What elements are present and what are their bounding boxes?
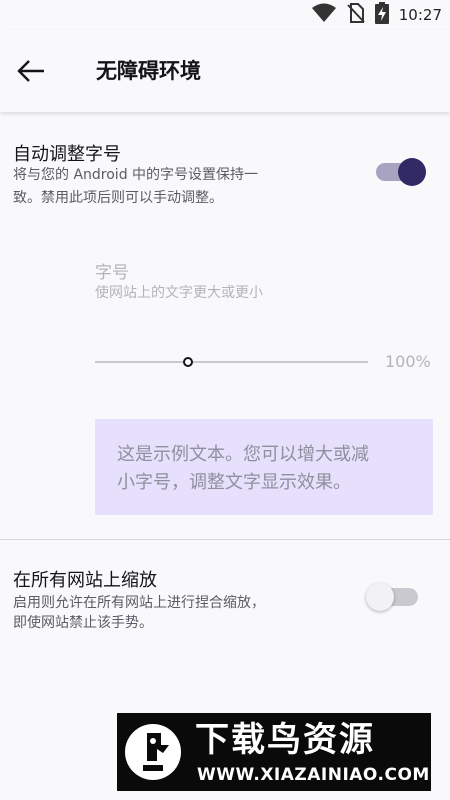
pref-title: 自动调整字号 (13, 144, 121, 165)
font-size-value: 100% (385, 352, 431, 371)
font-size-summary: 使网站上的文字更大或更小 (95, 285, 263, 301)
font-size-title: 字号 (95, 263, 129, 283)
pref-summary-line2: 即使网站禁止该手势。 (13, 615, 153, 631)
switch-thumb (398, 158, 426, 186)
status-time: 10:27 (398, 6, 442, 24)
slider-track (95, 361, 368, 363)
watermark-banner: 下载鸟资源 WWW.XIAZAINIAO.COM (117, 713, 431, 791)
pref-summary-line2: 致。禁用此项后则可以手动调整。 (13, 190, 223, 206)
sample-text-line2: 小字号，调整文字显示效果。 (117, 472, 351, 493)
toolbar: 无障碍环境 (0, 30, 450, 112)
no-sim-icon (347, 3, 365, 27)
arrow-back-icon (16, 59, 46, 87)
status-icons: 10:27 (311, 2, 442, 28)
back-button[interactable] (14, 56, 48, 90)
divider (0, 539, 450, 540)
pref-summary-line1: 将与您的 Android 中的字号设置保持一 (13, 167, 259, 183)
watermark-brand: 下载鸟资源 (195, 720, 375, 760)
slider-thumb[interactable] (182, 357, 193, 367)
switch-thumb (366, 583, 394, 611)
sample-text: 这是示例文本。您可以增大或减 小字号，调整文字显示效果。 (117, 441, 417, 497)
sample-text-line1: 这是示例文本。您可以增大或减 (117, 444, 369, 465)
pref-title: 在所有网站上缩放 (13, 570, 157, 591)
status-bar: 10:27 (0, 0, 450, 30)
wifi-icon (311, 3, 337, 27)
battery-charging-icon (374, 2, 389, 28)
watermark-url: WWW.XIAZAINIAO.COM (197, 765, 430, 785)
sample-text-box: 这是示例文本。您可以增大或减 小字号，调整文字显示效果。 (95, 419, 433, 515)
page-title: 无障碍环境 (96, 59, 201, 83)
